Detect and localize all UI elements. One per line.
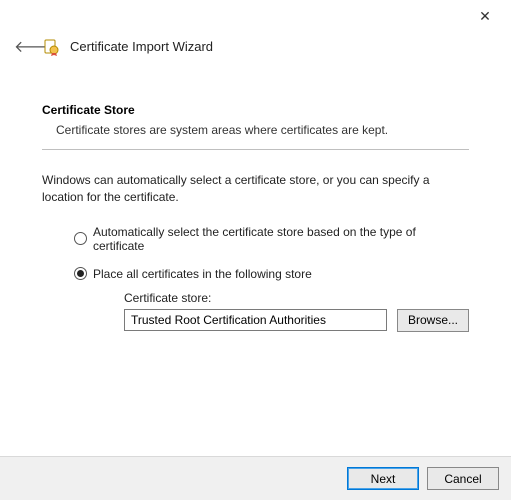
- option-place-label: Place all certificates in the following …: [93, 267, 312, 281]
- instructions-text: Windows can automatically select a certi…: [42, 172, 469, 207]
- next-button[interactable]: Next: [347, 467, 419, 490]
- titlebar: ✕: [0, 0, 511, 30]
- store-option-group: Automatically select the certificate sto…: [74, 225, 469, 332]
- option-place-all[interactable]: Place all certificates in the following …: [74, 267, 469, 281]
- wizard-footer: Next Cancel: [0, 456, 511, 500]
- close-button[interactable]: ✕: [465, 4, 505, 28]
- close-icon: ✕: [479, 8, 491, 25]
- browse-button[interactable]: Browse...: [397, 309, 469, 332]
- section-description: Certificate stores are system areas wher…: [56, 123, 469, 137]
- radio-icon: [74, 232, 87, 245]
- certificate-store-block: Certificate store: Browse...: [124, 291, 469, 332]
- certificate-store-row: Browse...: [124, 309, 469, 332]
- wizard-header: 🡐 Certificate Import Wizard: [0, 30, 511, 67]
- certificate-store-input[interactable]: [124, 309, 387, 331]
- back-button[interactable]: 🡐: [14, 36, 32, 57]
- certificate-store-label: Certificate store:: [124, 291, 469, 305]
- wizard-content: Certificate Store Certificate stores are…: [0, 67, 511, 342]
- cancel-button[interactable]: Cancel: [427, 467, 499, 490]
- radio-icon: [74, 267, 87, 280]
- certificate-wizard-icon: [42, 38, 60, 56]
- wizard-title: Certificate Import Wizard: [70, 39, 213, 54]
- section-title: Certificate Store: [42, 103, 469, 117]
- option-auto-label: Automatically select the certificate sto…: [93, 225, 469, 253]
- divider: [42, 149, 469, 150]
- option-auto-select[interactable]: Automatically select the certificate sto…: [74, 225, 469, 253]
